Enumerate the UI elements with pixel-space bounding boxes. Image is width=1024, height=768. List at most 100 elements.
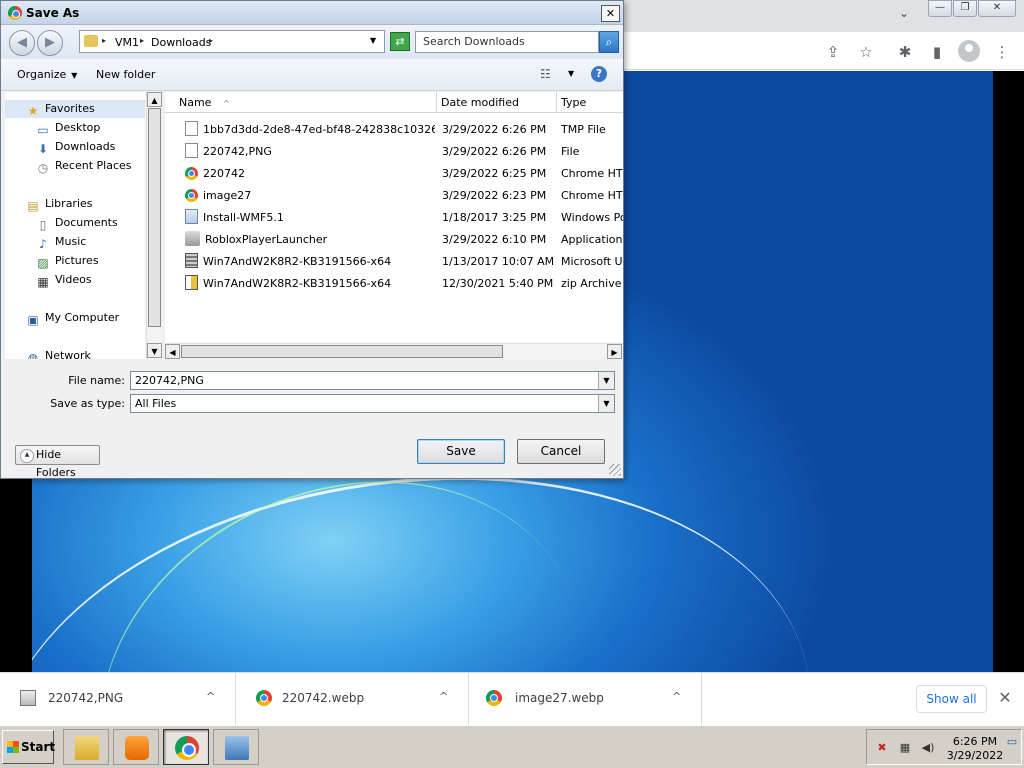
file-date: 1/18/2017 3:25 PM — [442, 211, 547, 224]
nav-item-music[interactable]: ♪ Music — [35, 233, 86, 251]
file-row[interactable]: 1bb7d3dd-2de8-47ed-bf48-242838c10326.tmp… — [165, 119, 623, 141]
crumb-separator-icon[interactable]: ▸ — [102, 36, 106, 45]
download-item[interactable]: 220742.webp ^ — [236, 673, 469, 726]
resize-grip-icon[interactable] — [609, 464, 621, 476]
address-bar[interactable]: ▸ VM1 ▸ Downloads ▸ ▼ — [79, 30, 385, 53]
organize-button[interactable]: Organize ▼ — [17, 68, 77, 81]
crumb-separator-icon[interactable]: ▸ — [209, 36, 213, 45]
command-bar: Organize ▼ New folder ☷ ▼ ? — [1, 59, 623, 91]
close-downloads-bar-icon[interactable]: ✕ — [996, 689, 1014, 707]
crumb-separator-icon[interactable]: ▸ — [140, 36, 144, 45]
breadcrumb-downloads[interactable]: Downloads — [151, 36, 211, 49]
dialog-close-button[interactable]: ✕ — [601, 5, 620, 22]
view-options-icon[interactable]: ☷ — [540, 67, 551, 81]
nav-item-pictures[interactable]: ▨ Pictures — [35, 252, 98, 270]
nav-item-desktop[interactable]: ▭ Desktop — [35, 119, 100, 137]
chrome-app-icon — [8, 6, 22, 20]
computer-icon: ▣ — [27, 313, 39, 327]
clock-time[interactable]: 6:26 PM — [949, 735, 1001, 748]
show-desktop-icon[interactable]: ▭ — [1005, 736, 1019, 748]
side-panel-icon[interactable]: ▮ — [927, 42, 947, 62]
nav-item-videos[interactable]: ▦ Videos — [35, 271, 92, 289]
file-row[interactable]: Win7AndW2K8R2-KB3191566-x64 12/30/2021 5:… — [165, 273, 623, 295]
download-options-chevron-icon[interactable]: ^ — [206, 690, 215, 703]
chrome-icon — [175, 736, 199, 760]
nav-item-label: Videos — [55, 273, 92, 286]
download-options-chevron-icon[interactable]: ^ — [672, 690, 681, 703]
back-button[interactable]: ◀ — [9, 30, 35, 56]
breadcrumb-vm1[interactable]: VM1 — [115, 36, 139, 49]
file-list-horizontal-scrollbar[interactable]: ◀ ▶ — [165, 343, 623, 359]
view-dropdown-icon[interactable]: ▼ — [568, 69, 574, 78]
minimize-button[interactable]: — — [928, 0, 952, 17]
column-header-type[interactable]: Type — [557, 92, 623, 113]
file-name-cell: 1bb7d3dd-2de8-47ed-bf48-242838c10326.tmp — [185, 119, 435, 141]
forward-button[interactable]: ▶ — [37, 30, 63, 56]
nav-item-favorites[interactable]: ★ Favorites — [5, 100, 145, 118]
help-icon[interactable]: ? — [591, 66, 607, 82]
refresh-button[interactable]: ⇄ — [390, 32, 410, 51]
network-icon[interactable]: ▦ — [898, 742, 912, 754]
bookmark-star-icon[interactable]: ☆ — [856, 42, 876, 62]
file-row[interactable]: Win7AndW2K8R2-KB3191566-x64 1/13/2017 10:… — [165, 251, 623, 273]
powershell-script-icon — [185, 209, 198, 224]
nav-item-documents[interactable]: ▯ Documents — [35, 214, 118, 232]
taskbar-server-manager-button[interactable] — [213, 729, 259, 765]
column-header-date[interactable]: Date modified — [437, 92, 557, 113]
file-date: 12/30/2021 5:40 PM — [442, 277, 554, 290]
cancel-button[interactable]: Cancel — [517, 439, 605, 464]
tab-search-chevron-icon[interactable]: ⌄ — [896, 6, 912, 22]
column-header-name[interactable]: Name ^ — [165, 92, 437, 113]
nav-item-my-computer[interactable]: ▣ My Computer — [25, 309, 119, 327]
save-button[interactable]: Save — [417, 439, 505, 464]
nav-item-downloads[interactable]: ⬇ Downloads — [35, 138, 115, 156]
chrome-menu-icon[interactable]: ⋮ — [992, 42, 1012, 62]
taskbar-media-player-button[interactable] — [113, 729, 159, 765]
nav-pane-scrollbar[interactable]: ▲ ▼ — [146, 92, 162, 359]
nav-item-libraries[interactable]: ▤ Libraries — [25, 195, 92, 213]
save-type-select[interactable]: All Files ▼ — [130, 394, 615, 413]
scroll-up-icon[interactable]: ▲ — [147, 92, 162, 107]
taskbar-chrome-button[interactable] — [163, 729, 209, 765]
file-name-field[interactable]: 220742,PNG ▼ — [130, 371, 615, 390]
file-row[interactable]: image27 3/29/2022 6:23 PM Chrome HTM — [165, 185, 623, 207]
share-icon[interactable]: ⇪ — [823, 42, 843, 62]
file-date: 3/29/2022 6:10 PM — [442, 233, 547, 246]
save-type-dropdown-icon[interactable]: ▼ — [598, 395, 614, 412]
restore-button[interactable]: ❐ — [953, 0, 977, 17]
extensions-icon[interactable]: ✱ — [895, 42, 915, 62]
download-item[interactable]: image27.webp ^ — [469, 673, 702, 726]
volume-icon[interactable]: ◀) — [919, 742, 937, 754]
nav-item-recent-places[interactable]: ◷ Recent Places — [35, 157, 132, 175]
taskbar-explorer-button[interactable] — [63, 729, 109, 765]
save-as-dialog: Save As ✕ ◀ ▶ ▸ VM1 ▸ Downloads ▸ ▼ ⇄ Se… — [0, 0, 624, 479]
scroll-thumb[interactable] — [148, 108, 161, 327]
show-all-button[interactable]: Show all — [916, 685, 987, 713]
scroll-right-icon[interactable]: ▶ — [607, 344, 622, 359]
file-row[interactable]: 220742 3/29/2022 6:25 PM Chrome HTM — [165, 163, 623, 185]
file-name-cell: 220742,PNG — [185, 141, 435, 163]
scroll-left-icon[interactable]: ◀ — [165, 344, 180, 359]
file-row[interactable]: RobloxPlayerLauncher 3/29/2022 6:10 PM App… — [165, 229, 623, 251]
file-row[interactable]: Install-WMF5.1 1/18/2017 3:25 PM Windows P… — [165, 207, 623, 229]
file-name-dropdown-icon[interactable]: ▼ — [598, 372, 614, 389]
profile-avatar[interactable] — [958, 40, 980, 62]
scroll-down-icon[interactable]: ▼ — [147, 343, 162, 358]
nav-item-network[interactable]: ◍ Network — [25, 347, 91, 359]
network-error-icon[interactable]: ✖ — [875, 742, 889, 754]
scroll-thumb[interactable] — [181, 345, 503, 358]
download-options-chevron-icon[interactable]: ^ — [439, 690, 448, 703]
hide-folders-button[interactable]: Hide Folders — [15, 445, 100, 479]
start-button[interactable]: Start — [2, 730, 55, 764]
file-type: Microsoft Up — [561, 255, 623, 268]
address-dropdown-icon[interactable]: ▼ — [370, 36, 376, 45]
download-item[interactable]: 220742,PNG ^ — [0, 673, 236, 726]
search-icon[interactable]: ⌕ — [599, 31, 619, 53]
new-folder-button[interactable]: New folder — [96, 68, 155, 81]
search-input[interactable]: Search Downloads — [415, 31, 599, 53]
clock-date[interactable]: 3/29/2022 — [945, 749, 1005, 762]
file-row[interactable]: 220742,PNG 3/29/2022 6:26 PM File — [165, 141, 623, 163]
taskbar: Start ✖ ▦ ◀) 6:26 PM 3/29/2022 ▭ — [0, 725, 1024, 768]
browser-close-button[interactable]: ✕ — [978, 0, 1016, 17]
file-type: Windows Pov — [561, 211, 623, 224]
